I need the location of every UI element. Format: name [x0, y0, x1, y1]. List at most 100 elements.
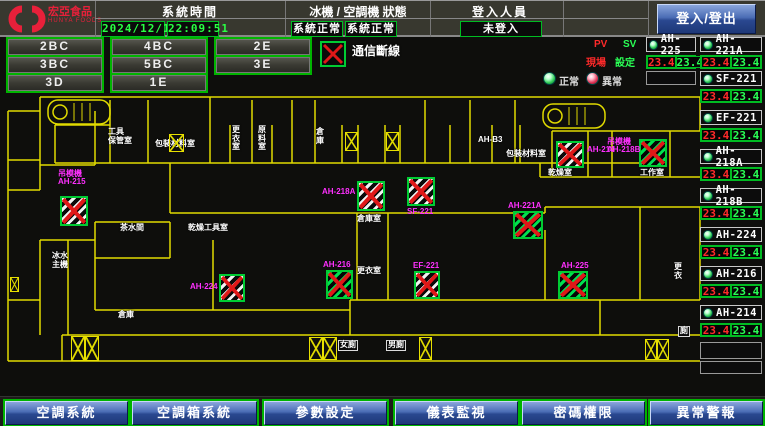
unit-values-ah-216: 23.423.4 [700, 284, 762, 298]
hmi-screen: 吊模機AH-215 AH-218A SF-221 EF-221 AH-221A … [0, 0, 765, 426]
header-divider [430, 1, 431, 37]
corridor-hatch-icon [386, 132, 399, 151]
system-time-value: 22:09:51 [167, 21, 219, 37]
comm-fail-x-icon [328, 272, 351, 297]
pv-value: 23.4 [701, 246, 731, 258]
header-bar: 宏亞食品 HUNYA FOODS 系統時間 2024/12/12 22:09:5… [0, 0, 765, 37]
normal-legend-label: 正常 [559, 73, 579, 88]
footer-button-password-permission[interactable]: 密碼權限 [522, 401, 645, 425]
empty-tile-slot [646, 71, 696, 85]
unit-name: AH-221A [716, 33, 761, 57]
comm-fail-x-icon [320, 41, 346, 67]
unit-tile-ah-218a[interactable]: AH-218A [700, 149, 762, 164]
plan-unit-ah-224[interactable] [219, 274, 245, 302]
unit-name: AH-225 [661, 33, 695, 57]
unit-name: EF-221 [716, 112, 757, 124]
unit-name: AH-216 [716, 268, 757, 280]
plan-unit-label-ah-215: 吊模機AH-215 [58, 170, 86, 186]
plan-unit-ah-214[interactable] [556, 141, 584, 168]
abnormal-led-icon [586, 72, 599, 85]
header-divider [563, 1, 564, 37]
unit-tile-ah-216[interactable]: AH-216 [700, 266, 762, 281]
pv-value: 23.4 [701, 168, 731, 180]
sv-legend-label: SV [623, 39, 636, 50]
status-led-icon [703, 113, 713, 123]
unit-name: SF-221 [716, 73, 757, 85]
header-divider [285, 1, 286, 37]
corridor-hatch-icon [419, 337, 432, 360]
footer-button-parameter-setting[interactable]: 參數設定 [264, 401, 387, 425]
unit-values-ah-224: 23.423.4 [700, 245, 762, 259]
room-label: 冰水主機 [52, 252, 68, 269]
pv-value: 23.4 [647, 56, 676, 68]
corridor-hatch-icon [657, 339, 669, 360]
comm-fail-x-icon [641, 141, 665, 165]
footer-button-hvac-system[interactable]: 空調系統 [5, 401, 128, 425]
plan-unit-ah-221a[interactable] [513, 211, 543, 239]
status-led-icon [649, 40, 658, 50]
plan-unit-ah-218a[interactable] [357, 181, 385, 211]
floor-button-5bc[interactable]: 5BC [112, 57, 206, 73]
room-label: 乾燥室 [548, 169, 572, 178]
room-label: 女廁 [338, 340, 358, 351]
status-led-icon [703, 230, 713, 240]
plan-unit-ah-218b[interactable] [639, 139, 667, 167]
sv-value: 23.4 [731, 207, 761, 219]
corridor-hatch-icon [323, 337, 337, 360]
plan-unit-ah-225[interactable] [558, 271, 588, 299]
footer-button-abnormal-alarm[interactable]: 異常警報 [650, 401, 763, 425]
floor-button-4bc[interactable]: 4BC [112, 39, 206, 55]
floor-button-2e[interactable]: 2E [216, 39, 310, 55]
plan-unit-label-sf-221: SF-221 [407, 208, 433, 216]
floor-button-3bc[interactable]: 3BC [8, 57, 102, 73]
normal-led-icon [543, 72, 556, 85]
plan-unit-ah-215[interactable] [60, 196, 88, 226]
comm-fail-x-icon [409, 179, 433, 204]
system-time-title: 系統時間 [100, 3, 280, 20]
unit-tile-ef-221[interactable]: EF-221 [700, 110, 762, 125]
login-logout-button[interactable]: 登入/登出 [657, 4, 756, 34]
plan-unit-ef-221[interactable] [414, 271, 440, 299]
header-divider [648, 1, 649, 37]
plan-unit-label-ah-218a: AH-218A [322, 188, 355, 196]
comm-fail-x-icon [515, 213, 541, 237]
status-led-icon [703, 308, 713, 318]
sv-value: 23.4 [731, 285, 761, 297]
room-label: 更衣室 [232, 126, 240, 152]
pv-value: 23.4 [701, 129, 731, 141]
floor-button-2bc[interactable]: 2BC [8, 39, 102, 55]
status-led-icon [703, 152, 713, 162]
corridor-hatch-icon [645, 339, 657, 360]
room-label: 工具保管室 [108, 128, 132, 145]
room-label: 倉庫室 [357, 215, 381, 224]
unit-tile-ah-214[interactable]: AH-214 [700, 305, 762, 320]
room-label: 廁 [678, 326, 690, 337]
setting-legend-label: 設定 [615, 54, 635, 69]
footer-button-meter-monitor[interactable]: 儀表監視 [395, 401, 518, 425]
plan-unit-sf-221[interactable] [407, 177, 435, 206]
comm-fail-x-icon [221, 276, 243, 300]
room-label: 男廁 [386, 340, 406, 351]
unit-values-ah-221a: 23.423.4 [700, 55, 762, 69]
plan-unit-ah-216[interactable] [326, 270, 353, 299]
company-logo-icon [8, 5, 46, 38]
comm-fail-x-icon [359, 183, 383, 209]
floor-button-3e[interactable]: 3E [216, 57, 310, 73]
status-led-icon [703, 191, 713, 201]
status-led-icon [703, 74, 713, 84]
comm-fail-x-icon [62, 198, 86, 224]
unit-tile-ah-224[interactable]: AH-224 [700, 227, 762, 242]
unit-tile-ah-225[interactable]: AH-225 [646, 37, 696, 52]
floor-button-3d[interactable]: 3D [8, 75, 102, 91]
unit-tile-ah-221a[interactable]: AH-221A [700, 37, 762, 52]
comm-fail-label: 通信斷線 [352, 47, 400, 56]
footer-button-ahu-box-system[interactable]: 空調箱系統 [132, 401, 257, 425]
empty-tile-slot [700, 342, 762, 359]
floor-button-1e[interactable]: 1E [112, 75, 206, 91]
sv-value: 23.4 [731, 56, 761, 68]
comm-fail-x-icon [416, 273, 438, 297]
unit-tile-ah-218b[interactable]: AH-218B [700, 188, 762, 203]
pv-value: 23.4 [701, 90, 731, 102]
unit-tile-sf-221[interactable]: SF-221 [700, 71, 762, 86]
sv-value: 23.4 [731, 90, 761, 102]
